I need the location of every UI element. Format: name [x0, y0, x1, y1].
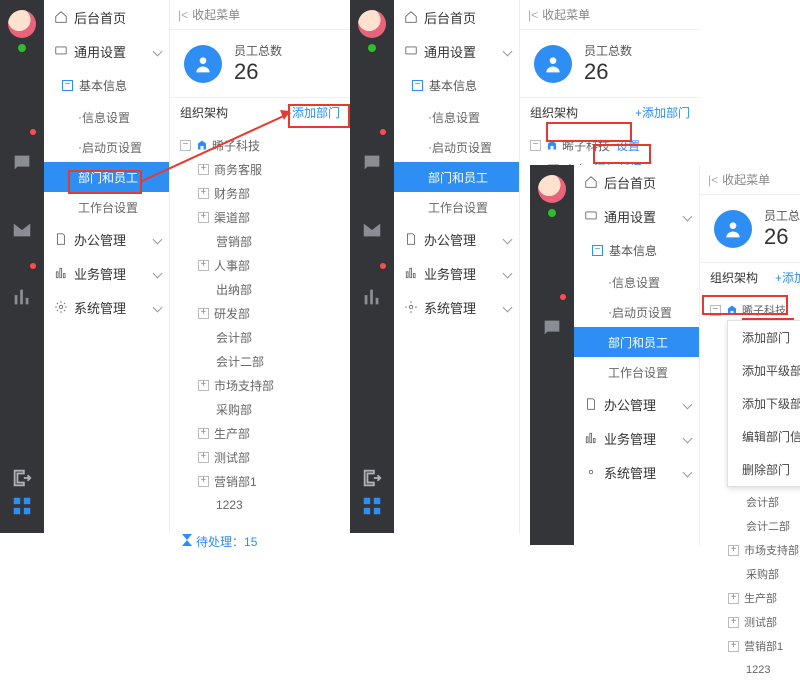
add-dept-link[interactable]: +添加部门	[635, 104, 690, 121]
collapse-icon[interactable]: −	[62, 80, 73, 91]
nav-info-set[interactable]: · 信息设置	[574, 267, 699, 297]
user-icon	[184, 45, 222, 83]
nav-office[interactable]: 办公管理	[44, 222, 169, 256]
menu-add-same[interactable]: 添加平级部门	[728, 354, 800, 387]
hourglass-icon	[182, 534, 192, 546]
tree-node[interactable]: 会计二部	[180, 349, 346, 373]
nav-home[interactable]: 后台首页	[574, 165, 699, 199]
add-dept-link[interactable]: +添加部门	[285, 104, 340, 121]
nav-biz[interactable]: 业务管理	[574, 421, 699, 455]
chat-icon[interactable]	[361, 132, 383, 199]
collapse-menu[interactable]: |<收起菜单	[170, 0, 350, 30]
stats-icon[interactable]	[11, 266, 33, 333]
nav-basic[interactable]: −基本信息	[394, 68, 519, 102]
tree-node[interactable]: +市场支持部	[180, 373, 346, 397]
org-tree[interactable]: −晞子科技 +商务客服 +财务部 +渠道部 营销部 +人事部 出纳部 +研发部 …	[170, 127, 350, 523]
tree-node[interactable]: +生产部	[180, 421, 346, 445]
stat-card: 员工总数26	[170, 30, 350, 97]
tree-node[interactable]: 采购部	[180, 397, 346, 421]
org-settings-link[interactable]: 设置	[616, 137, 640, 154]
nav-general[interactable]: 通用设置	[394, 34, 519, 68]
nav-sys[interactable]: 系统管理	[394, 290, 519, 324]
nav-workbench[interactable]: 工作台设置	[394, 192, 519, 222]
nav-home[interactable]: 后台首页	[44, 0, 169, 34]
tree-node[interactable]: +测试部	[180, 445, 346, 469]
tree-node[interactable]: 1223	[180, 493, 346, 517]
nav-biz[interactable]: 业务管理	[394, 256, 519, 290]
tree-node[interactable]: +人事部	[180, 253, 346, 277]
apps-icon[interactable]	[361, 495, 383, 517]
nav-start-set[interactable]: · 启动页设置	[394, 132, 519, 162]
nav-dept-emp[interactable]: 部门和员工	[394, 162, 519, 192]
nav-general[interactable]: 通用设置	[44, 34, 169, 68]
nav-home[interactable]: 后台首页	[394, 0, 519, 34]
nav-dept-emp[interactable]: 部门和员工	[574, 327, 699, 357]
nav-start-set[interactable]: · 启动页设置	[44, 132, 169, 162]
tree-node[interactable]: +营销部1	[180, 469, 346, 493]
presence-dot	[18, 44, 26, 52]
tree-node[interactable]: 营销部	[180, 229, 346, 253]
collapse-menu[interactable]: |<收起菜单	[700, 165, 800, 195]
collapse-menu[interactable]: |<收起菜单	[520, 0, 700, 30]
nav-sys[interactable]: 系统管理	[574, 455, 699, 489]
dept-context-menu: 添加部门 添加平级部门 添加下级部门 编辑部门信息 删除部门	[727, 320, 800, 487]
nav-start-set[interactable]: · 启动页设置	[574, 297, 699, 327]
tree-node[interactable]: +财务部	[180, 181, 346, 205]
tree-node[interactable]: 会计部	[180, 325, 346, 349]
nav-biz[interactable]: 业务管理	[44, 256, 169, 290]
nav-workbench[interactable]: 工作台设置	[44, 192, 169, 222]
mail-icon[interactable]	[11, 199, 33, 266]
tree-node[interactable]: 出纳部	[180, 277, 346, 301]
nav-office[interactable]: 办公管理	[394, 222, 519, 256]
avatar[interactable]	[538, 175, 566, 203]
tree-node[interactable]: +渠道部	[180, 205, 346, 229]
apps-icon[interactable]	[11, 495, 33, 517]
chat-icon[interactable]	[11, 132, 33, 199]
logout-icon[interactable]	[11, 467, 33, 489]
org-title: 组织架构	[180, 104, 228, 121]
nav-info-set[interactable]: · 信息设置	[394, 102, 519, 132]
presence-dot	[548, 209, 556, 217]
avatar[interactable]	[358, 10, 386, 38]
nav-general[interactable]: 通用设置	[574, 199, 699, 233]
chat-icon[interactable]	[541, 297, 563, 364]
nav-basic[interactable]: −基本信息	[574, 233, 699, 267]
nav-dept-emp[interactable]: 部门和员工	[44, 162, 169, 192]
avatar[interactable]	[8, 10, 36, 38]
menu-add-sub[interactable]: 添加下级部门	[728, 387, 800, 420]
tree-node[interactable]: +商务客服	[180, 157, 346, 181]
stat-card: 员工总数26	[520, 30, 700, 97]
nav-workbench[interactable]: 工作台设置	[574, 357, 699, 387]
mail-icon[interactable]	[361, 199, 383, 266]
menu-edit[interactable]: 编辑部门信息	[728, 420, 800, 453]
logout-icon[interactable]	[361, 467, 383, 489]
nav-basic[interactable]: −基本信息	[44, 68, 169, 102]
nav-office[interactable]: 办公管理	[574, 387, 699, 421]
nav-info-set[interactable]: · 信息设置	[44, 102, 169, 132]
presence-dot	[368, 44, 376, 52]
pending-link[interactable]: 待处理：15	[170, 523, 350, 560]
menu-add-dept[interactable]: 添加部门	[728, 321, 800, 354]
stats-icon[interactable]	[361, 266, 383, 333]
tree-node[interactable]: +研发部	[180, 301, 346, 325]
nav-sys[interactable]: 系统管理	[44, 290, 169, 324]
menu-del[interactable]: 删除部门	[728, 453, 800, 486]
